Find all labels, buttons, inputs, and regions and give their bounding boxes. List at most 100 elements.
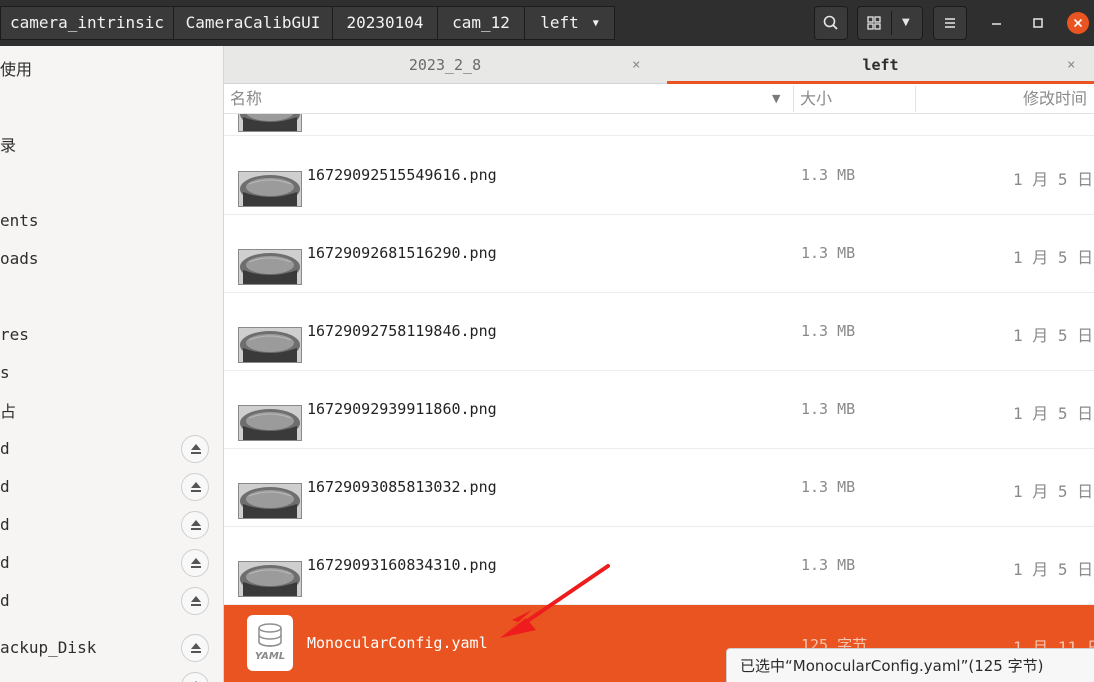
eject-button[interactable] <box>181 549 209 577</box>
file-name: 16729092515549616.png <box>307 166 497 184</box>
file-modified: 1 月 5 日 <box>1013 560 1094 579</box>
eject-icon-bar <box>191 566 201 568</box>
breadcrumb-label: 20230104 <box>346 13 424 32</box>
sidebar: 使用 录 ents oads res s 占 d d d d d ackup_D… <box>0 46 224 682</box>
file-size: 1.3 MB <box>801 478 856 496</box>
sidebar-item-drive-3[interactable]: d <box>0 512 10 538</box>
sidebar-item-drive-1[interactable]: d <box>0 436 10 462</box>
file-row[interactable]: 16729093160834310.png 1.3 MB 1 月 5 日 <box>224 527 1094 605</box>
breadcrumb-label: left <box>540 13 579 32</box>
column-header-name[interactable]: 名称 ▼ <box>230 84 793 114</box>
file-name: 16729092939911860.png <box>307 400 497 418</box>
tab-left[interactable]: left × <box>667 46 1094 84</box>
eject-icon-bar <box>191 490 201 492</box>
sidebar-item-pictures[interactable]: res <box>0 322 29 348</box>
minimize-icon <box>992 23 1001 25</box>
thumbnail-image <box>239 484 301 518</box>
main-menu-button[interactable] <box>933 6 967 40</box>
file-name: 16729092758119846.png <box>307 322 497 340</box>
file-size: 1.3 MB <box>801 400 856 418</box>
chevron-down-icon: ▼ <box>592 17 599 29</box>
minimize-button[interactable] <box>986 12 1008 34</box>
sidebar-item-label: d <box>0 477 10 496</box>
sidebar-item-label: 录 <box>0 136 17 155</box>
file-row[interactable]: 16729092758119846.png 1.3 MB 1 月 5 日 <box>224 293 1094 371</box>
thumbnail-image <box>239 406 301 440</box>
chevron-down-icon[interactable]: ▼ <box>902 7 910 39</box>
breadcrumb-label: camera_intrinsic <box>9 13 165 32</box>
breadcrumb-cameracalibgui[interactable]: CameraCalibGUI <box>173 6 333 40</box>
file-size: 1.3 MB <box>801 166 856 184</box>
file-row-partial[interactable] <box>224 114 1094 136</box>
close-tab-icon[interactable]: × <box>1067 46 1075 84</box>
sidebar-item-trash[interactable]: 占 <box>0 399 16 425</box>
eject-button[interactable] <box>181 435 209 463</box>
sidebar-item-home[interactable]: 录 <box>0 133 16 159</box>
sidebar-item-recent[interactable]: 使用 <box>0 57 32 83</box>
breadcrumb-cam-12[interactable]: cam_12 <box>437 6 525 40</box>
breadcrumb-left[interactable]: left ▼ <box>524 6 615 40</box>
sidebar-item-label: oads <box>0 249 39 268</box>
close-tab-icon[interactable]: × <box>632 46 640 84</box>
column-header-label: 大小 <box>800 89 833 108</box>
hamburger-menu-icon <box>945 18 955 28</box>
file-size: 1.3 MB <box>801 322 856 340</box>
file-size: 1.3 MB <box>801 244 856 262</box>
sidebar-item-drive-5[interactable]: d <box>0 588 10 614</box>
eject-button[interactable] <box>181 634 209 662</box>
sidebar-item-downloads[interactable]: oads <box>0 246 39 272</box>
file-name: 16729093085813032.png <box>307 478 497 496</box>
selection-status-bar: 已选中“MonocularConfig.yaml”(125 字节) <box>726 648 1094 682</box>
eject-icon-bar <box>191 651 201 653</box>
column-divider <box>915 86 916 112</box>
file-name: 16729093160834310.png <box>307 556 497 574</box>
file-row[interactable]: 16729093085813032.png 1.3 MB 1 月 5 日 <box>224 449 1094 527</box>
sidebar-item-label: d <box>0 591 10 610</box>
sidebar-item-label: d <box>0 439 10 458</box>
column-header-size[interactable]: 大小 <box>800 84 914 114</box>
status-text: 已选中“MonocularConfig.yaml”(125 字节) <box>740 657 1044 675</box>
sidebar-item-label: ents <box>0 211 39 230</box>
eject-button[interactable] <box>181 473 209 501</box>
eject-icon-bar <box>191 452 201 454</box>
file-modified: 1 月 5 日 <box>1013 482 1094 501</box>
file-row[interactable]: 16729092939911860.png 1.3 MB 1 月 5 日 <box>224 371 1094 449</box>
sidebar-item-drive-2[interactable]: d <box>0 474 10 500</box>
file-list: 16729092515549616.png 1.3 MB 1 月 5 日 167… <box>224 114 1094 682</box>
breadcrumb-camera-intrinsic[interactable]: camera_intrinsic <box>0 6 174 40</box>
image-thumbnail <box>238 483 302 519</box>
eject-icon <box>191 596 201 602</box>
tab-2023-2-8[interactable]: 2023_2_8 × <box>224 46 666 84</box>
sidebar-item-documents[interactable]: ents <box>0 208 39 234</box>
column-header-modified[interactable]: 修改时间 <box>1023 84 1094 114</box>
sidebar-item-backup-disk[interactable]: ackup_Disk <box>0 635 96 661</box>
column-header-label: 名称 <box>230 89 263 108</box>
tab-label: 2023_2_8 <box>408 56 482 74</box>
search-button[interactable] <box>814 6 848 40</box>
sidebar-item-label: d <box>0 515 10 534</box>
eject-icon <box>191 444 201 450</box>
eject-icon <box>191 520 201 526</box>
eject-icon <box>191 643 201 649</box>
sidebar-item-videos[interactable]: s <box>0 360 10 386</box>
file-row[interactable]: 16729092515549616.png 1.3 MB 1 月 5 日 <box>224 137 1094 215</box>
sidebar-item-drive-4[interactable]: d <box>0 550 10 576</box>
thumbnail-image <box>239 562 301 596</box>
eject-button[interactable] <box>181 672 209 682</box>
breadcrumb-20230104[interactable]: 20230104 <box>332 6 438 40</box>
database-icon <box>258 623 282 647</box>
breadcrumb-label: CameraCalibGUI <box>185 13 321 32</box>
image-thumbnail <box>238 114 302 132</box>
maximize-button[interactable] <box>1027 12 1049 34</box>
file-size: 1.3 MB <box>801 556 856 574</box>
close-window-button[interactable] <box>1067 12 1089 34</box>
thumbnail-image <box>239 172 301 206</box>
file-modified: 1 月 5 日 <box>1013 326 1094 345</box>
eject-button[interactable] <box>181 511 209 539</box>
eject-button[interactable] <box>181 587 209 615</box>
sidebar-item-label: 使用 <box>0 60 33 79</box>
file-row[interactable]: 16729092681516290.png 1.3 MB 1 月 5 日 <box>224 215 1094 293</box>
view-toggle-button[interactable]: ▼ <box>857 6 923 40</box>
eject-icon <box>191 558 201 564</box>
eject-icon-bar <box>191 604 201 606</box>
